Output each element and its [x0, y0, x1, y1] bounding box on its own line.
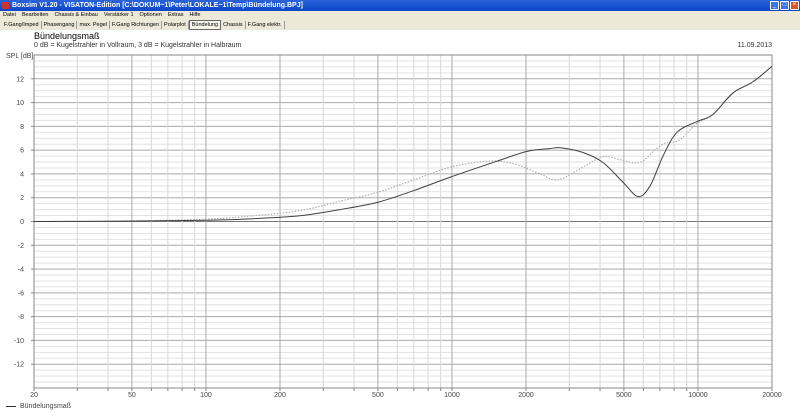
y-tick-label: -8 — [18, 314, 24, 321]
x-tick-label: 200 — [274, 392, 286, 399]
y-tick-label: 10 — [16, 100, 24, 107]
y-tick-label: 12 — [16, 76, 24, 83]
legend-label: Bündelungsmaß — [20, 403, 71, 410]
x-tick-label: 1000 — [444, 392, 460, 399]
y-tick-label: -10 — [14, 338, 24, 345]
x-tick-label: 5000 — [616, 392, 632, 399]
chart-plot: 20 50 100 200 500 1000 2000 5000 10000 2000012108… — [14, 54, 782, 399]
x-tick-label: 100 — [200, 392, 212, 399]
x-tick-label: 20000 — [762, 392, 782, 399]
legend-swatch — [6, 406, 16, 407]
x-tick-label: 20 — [30, 392, 38, 399]
x-tick-label: 10000 — [688, 392, 708, 399]
y-tick-label: 0 — [20, 219, 24, 226]
y-tick-label: 2 — [20, 195, 24, 202]
y-tick-label: -6 — [18, 290, 24, 297]
y-tick-label: 4 — [20, 171, 24, 178]
x-tick-label: 50 — [128, 392, 136, 399]
x-tick-label: 500 — [372, 392, 384, 399]
y-tick-label: -4 — [18, 267, 24, 274]
y-tick-label: 6 — [20, 148, 24, 155]
legend: Bündelungsmaß — [6, 403, 71, 410]
y-tick-label: -2 — [18, 243, 24, 250]
y-tick-label: -12 — [14, 362, 24, 369]
x-tick-label: 2000 — [518, 392, 534, 399]
y-tick-label: 8 — [20, 124, 24, 131]
